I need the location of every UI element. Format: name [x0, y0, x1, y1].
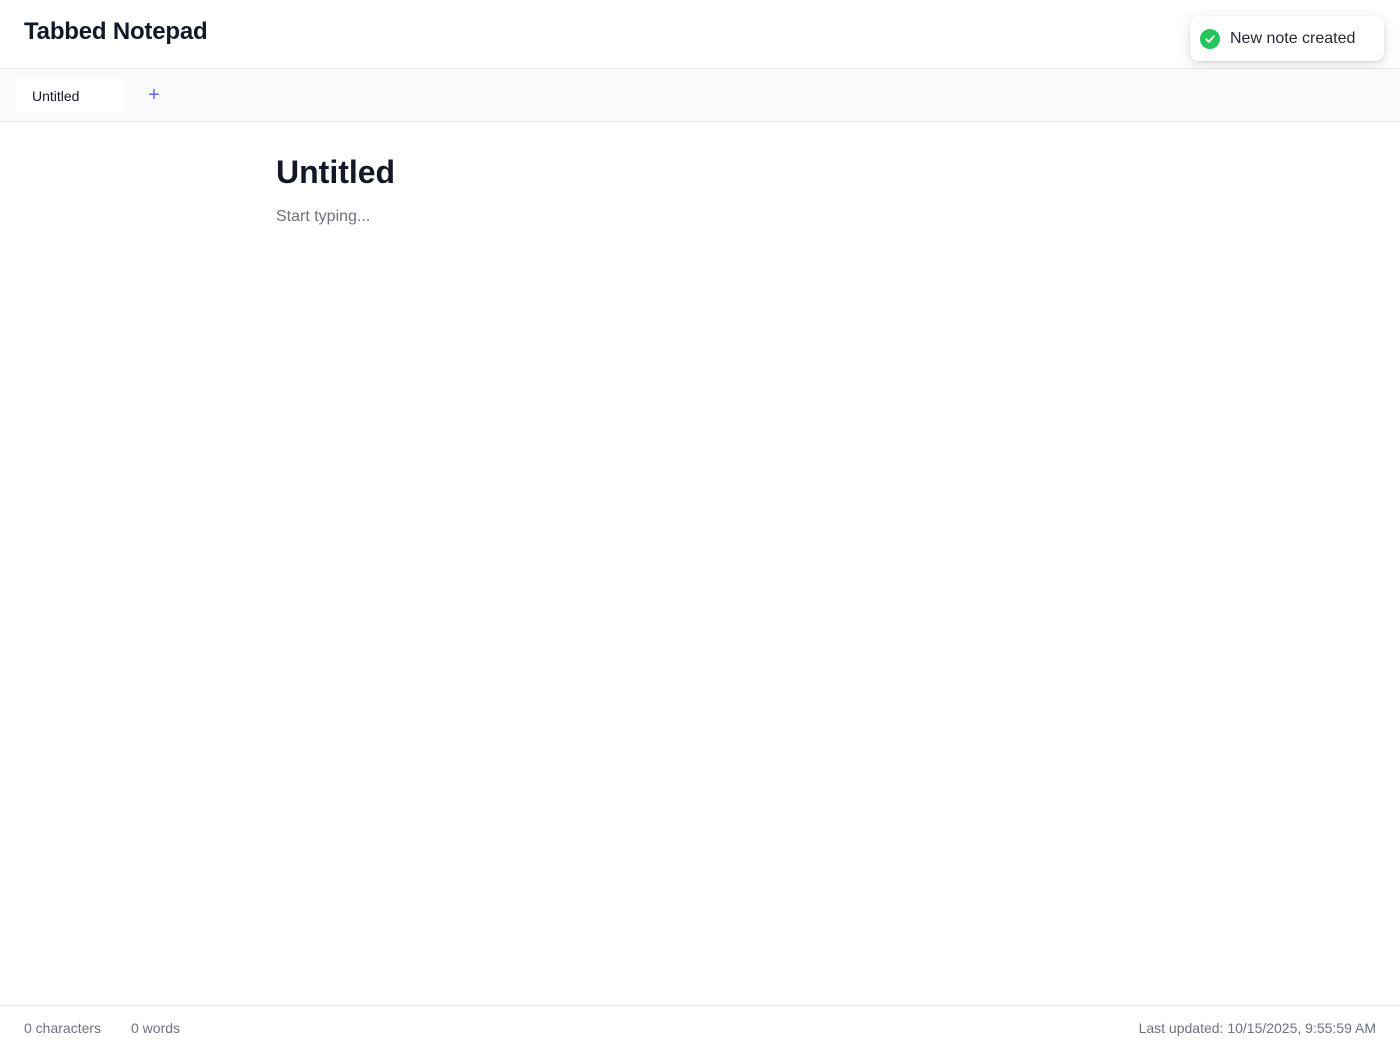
- tab-label: Untitled: [32, 87, 80, 104]
- note-body-textarea[interactable]: [276, 208, 1124, 948]
- character-count: 0 characters: [24, 1020, 102, 1036]
- toast-message: New note created: [1230, 29, 1356, 47]
- tab-bar: Untitled: [0, 69, 1400, 122]
- tab-untitled[interactable]: Untitled: [16, 78, 125, 113]
- app-title: Tabbed Notepad: [24, 18, 208, 45]
- add-tab-button[interactable]: +: [142, 83, 166, 107]
- word-count: 0 words: [131, 1020, 181, 1036]
- check-circle-icon: [1200, 28, 1220, 49]
- note-editor: [276, 150, 1124, 953]
- plus-icon: +: [148, 83, 160, 106]
- last-updated-timestamp: Last updated: 10/15/2025, 9:55:59 AM: [1138, 1020, 1376, 1036]
- note-title-input[interactable]: [276, 150, 1124, 194]
- app-header: Tabbed Notepad New note created: [0, 0, 1400, 69]
- toast-notification: New note created: [1190, 16, 1384, 61]
- status-bar: 0 characters 0 words Last updated: 10/15…: [0, 1005, 1400, 1050]
- app-window: Tabbed Notepad New note created Untitled…: [0, 0, 1400, 1050]
